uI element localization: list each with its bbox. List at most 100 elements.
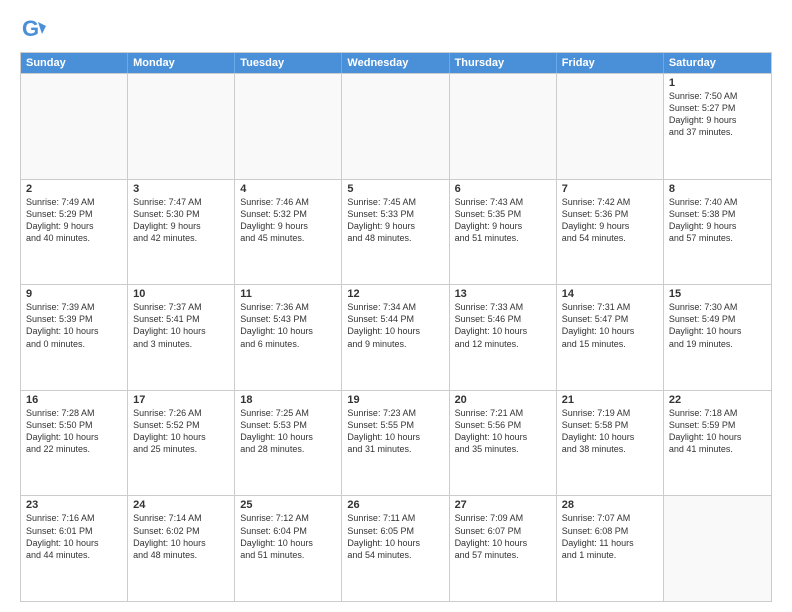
calendar-header: SundayMondayTuesdayWednesdayThursdayFrid…: [21, 53, 771, 73]
day-info: Sunrise: 7:45 AM Sunset: 5:33 PM Dayligh…: [347, 196, 443, 245]
day-number: 26: [347, 499, 443, 511]
day-info: Sunrise: 7:09 AM Sunset: 6:07 PM Dayligh…: [455, 512, 551, 561]
cal-cell: 6Sunrise: 7:43 AM Sunset: 5:35 PM Daylig…: [450, 180, 557, 285]
cal-cell: 28Sunrise: 7:07 AM Sunset: 6:08 PM Dayli…: [557, 496, 664, 601]
cal-cell: 10Sunrise: 7:37 AM Sunset: 5:41 PM Dayli…: [128, 285, 235, 390]
day-info: Sunrise: 7:31 AM Sunset: 5:47 PM Dayligh…: [562, 301, 658, 350]
day-number: 24: [133, 499, 229, 511]
day-info: Sunrise: 7:49 AM Sunset: 5:29 PM Dayligh…: [26, 196, 122, 245]
cal-cell: [450, 74, 557, 179]
day-number: 27: [455, 499, 551, 511]
page: G SundayMondayTuesdayWednesdayThursdayFr…: [0, 0, 792, 612]
day-info: Sunrise: 7:21 AM Sunset: 5:56 PM Dayligh…: [455, 407, 551, 456]
svg-text:G: G: [22, 16, 39, 41]
day-number: 18: [240, 394, 336, 406]
day-info: Sunrise: 7:11 AM Sunset: 6:05 PM Dayligh…: [347, 512, 443, 561]
day-info: Sunrise: 7:36 AM Sunset: 5:43 PM Dayligh…: [240, 301, 336, 350]
day-info: Sunrise: 7:28 AM Sunset: 5:50 PM Dayligh…: [26, 407, 122, 456]
cal-cell: 3Sunrise: 7:47 AM Sunset: 5:30 PM Daylig…: [128, 180, 235, 285]
cal-cell: 25Sunrise: 7:12 AM Sunset: 6:04 PM Dayli…: [235, 496, 342, 601]
logo-icon: G: [20, 16, 48, 44]
cal-cell: 1Sunrise: 7:50 AM Sunset: 5:27 PM Daylig…: [664, 74, 771, 179]
cal-row: 16Sunrise: 7:28 AM Sunset: 5:50 PM Dayli…: [21, 390, 771, 496]
cal-cell: 7Sunrise: 7:42 AM Sunset: 5:36 PM Daylig…: [557, 180, 664, 285]
cal-cell: 14Sunrise: 7:31 AM Sunset: 5:47 PM Dayli…: [557, 285, 664, 390]
calendar: SundayMondayTuesdayWednesdayThursdayFrid…: [20, 52, 772, 602]
day-number: 17: [133, 394, 229, 406]
cal-row: 9Sunrise: 7:39 AM Sunset: 5:39 PM Daylig…: [21, 284, 771, 390]
cal-cell: 11Sunrise: 7:36 AM Sunset: 5:43 PM Dayli…: [235, 285, 342, 390]
day-info: Sunrise: 7:12 AM Sunset: 6:04 PM Dayligh…: [240, 512, 336, 561]
day-number: 15: [669, 288, 766, 300]
day-number: 7: [562, 183, 658, 195]
cal-cell: 12Sunrise: 7:34 AM Sunset: 5:44 PM Dayli…: [342, 285, 449, 390]
cal-cell: [664, 496, 771, 601]
day-info: Sunrise: 7:47 AM Sunset: 5:30 PM Dayligh…: [133, 196, 229, 245]
day-number: 19: [347, 394, 443, 406]
day-number: 3: [133, 183, 229, 195]
day-number: 5: [347, 183, 443, 195]
day-info: Sunrise: 7:37 AM Sunset: 5:41 PM Dayligh…: [133, 301, 229, 350]
cal-cell: 13Sunrise: 7:33 AM Sunset: 5:46 PM Dayli…: [450, 285, 557, 390]
cal-cell: 26Sunrise: 7:11 AM Sunset: 6:05 PM Dayli…: [342, 496, 449, 601]
day-info: Sunrise: 7:23 AM Sunset: 5:55 PM Dayligh…: [347, 407, 443, 456]
cal-cell: 2Sunrise: 7:49 AM Sunset: 5:29 PM Daylig…: [21, 180, 128, 285]
day-number: 20: [455, 394, 551, 406]
day-info: Sunrise: 7:19 AM Sunset: 5:58 PM Dayligh…: [562, 407, 658, 456]
day-number: 22: [669, 394, 766, 406]
cal-cell: 20Sunrise: 7:21 AM Sunset: 5:56 PM Dayli…: [450, 391, 557, 496]
cal-header-cell: Wednesday: [342, 53, 449, 73]
day-number: 11: [240, 288, 336, 300]
cal-cell: 27Sunrise: 7:09 AM Sunset: 6:07 PM Dayli…: [450, 496, 557, 601]
day-number: 4: [240, 183, 336, 195]
cal-cell: 9Sunrise: 7:39 AM Sunset: 5:39 PM Daylig…: [21, 285, 128, 390]
cal-row: 23Sunrise: 7:16 AM Sunset: 6:01 PM Dayli…: [21, 495, 771, 601]
day-info: Sunrise: 7:42 AM Sunset: 5:36 PM Dayligh…: [562, 196, 658, 245]
day-info: Sunrise: 7:30 AM Sunset: 5:49 PM Dayligh…: [669, 301, 766, 350]
day-info: Sunrise: 7:18 AM Sunset: 5:59 PM Dayligh…: [669, 407, 766, 456]
cal-cell: 5Sunrise: 7:45 AM Sunset: 5:33 PM Daylig…: [342, 180, 449, 285]
cal-cell: 4Sunrise: 7:46 AM Sunset: 5:32 PM Daylig…: [235, 180, 342, 285]
day-info: Sunrise: 7:39 AM Sunset: 5:39 PM Dayligh…: [26, 301, 122, 350]
cal-header-cell: Monday: [128, 53, 235, 73]
day-number: 16: [26, 394, 122, 406]
cal-header-cell: Tuesday: [235, 53, 342, 73]
day-info: Sunrise: 7:50 AM Sunset: 5:27 PM Dayligh…: [669, 90, 766, 139]
day-number: 1: [669, 77, 766, 89]
cal-cell: 15Sunrise: 7:30 AM Sunset: 5:49 PM Dayli…: [664, 285, 771, 390]
cal-header-cell: Friday: [557, 53, 664, 73]
day-number: 21: [562, 394, 658, 406]
day-number: 28: [562, 499, 658, 511]
day-number: 6: [455, 183, 551, 195]
cal-cell: [128, 74, 235, 179]
day-info: Sunrise: 7:16 AM Sunset: 6:01 PM Dayligh…: [26, 512, 122, 561]
logo: G: [20, 16, 52, 44]
day-number: 14: [562, 288, 658, 300]
day-number: 13: [455, 288, 551, 300]
cal-cell: [557, 74, 664, 179]
day-number: 9: [26, 288, 122, 300]
day-info: Sunrise: 7:46 AM Sunset: 5:32 PM Dayligh…: [240, 196, 336, 245]
cal-cell: 16Sunrise: 7:28 AM Sunset: 5:50 PM Dayli…: [21, 391, 128, 496]
day-number: 12: [347, 288, 443, 300]
cal-cell: [342, 74, 449, 179]
day-info: Sunrise: 7:43 AM Sunset: 5:35 PM Dayligh…: [455, 196, 551, 245]
cal-cell: [235, 74, 342, 179]
cal-cell: 24Sunrise: 7:14 AM Sunset: 6:02 PM Dayli…: [128, 496, 235, 601]
cal-cell: 23Sunrise: 7:16 AM Sunset: 6:01 PM Dayli…: [21, 496, 128, 601]
cal-cell: 17Sunrise: 7:26 AM Sunset: 5:52 PM Dayli…: [128, 391, 235, 496]
day-info: Sunrise: 7:26 AM Sunset: 5:52 PM Dayligh…: [133, 407, 229, 456]
day-number: 23: [26, 499, 122, 511]
day-info: Sunrise: 7:14 AM Sunset: 6:02 PM Dayligh…: [133, 512, 229, 561]
header: G: [20, 16, 772, 44]
cal-cell: 21Sunrise: 7:19 AM Sunset: 5:58 PM Dayli…: [557, 391, 664, 496]
day-number: 10: [133, 288, 229, 300]
day-number: 8: [669, 183, 766, 195]
cal-cell: 19Sunrise: 7:23 AM Sunset: 5:55 PM Dayli…: [342, 391, 449, 496]
day-info: Sunrise: 7:07 AM Sunset: 6:08 PM Dayligh…: [562, 512, 658, 561]
cal-cell: 22Sunrise: 7:18 AM Sunset: 5:59 PM Dayli…: [664, 391, 771, 496]
day-info: Sunrise: 7:25 AM Sunset: 5:53 PM Dayligh…: [240, 407, 336, 456]
cal-cell: 8Sunrise: 7:40 AM Sunset: 5:38 PM Daylig…: [664, 180, 771, 285]
cal-header-cell: Saturday: [664, 53, 771, 73]
cal-cell: [21, 74, 128, 179]
